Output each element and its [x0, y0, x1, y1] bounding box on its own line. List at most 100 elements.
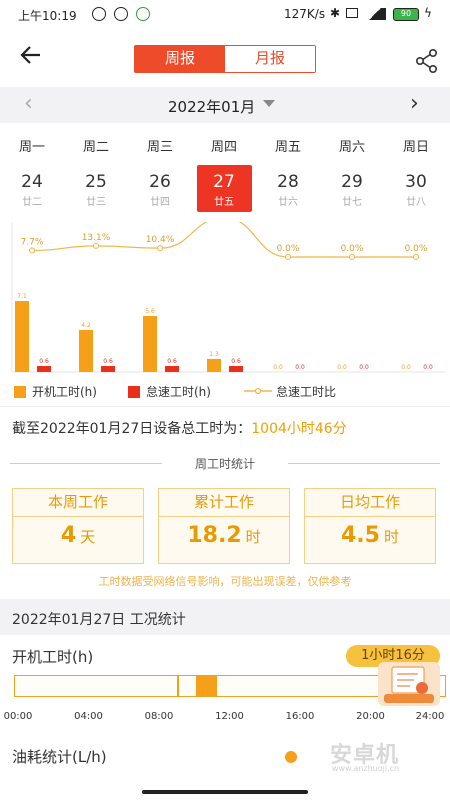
legend-idle-ratio: 怠速工时比: [244, 383, 336, 400]
watermark-url: www.anzhuoji.cn: [332, 764, 400, 773]
card-value-row: 4天: [13, 523, 143, 548]
bar-value-label: 0.0: [401, 364, 411, 371]
legend-swatch: [128, 386, 140, 398]
card-value-row: 4.5 时: [305, 523, 435, 548]
card-title: 日均工作: [305, 489, 435, 517]
run-hours-bar: [143, 316, 157, 372]
timeline-tick: 08:00: [144, 711, 174, 722]
next-month-button[interactable]: ›: [410, 91, 419, 116]
day-number[interactable]: 24: [2, 172, 62, 192]
bar-value-label: 4.2: [81, 322, 91, 329]
bar-value-label: 7.1: [17, 293, 27, 300]
idle-ratio-label: 10.4%: [146, 235, 175, 245]
lunar-date: 廿二: [22, 197, 42, 208]
section-line-right: [288, 463, 440, 464]
day-number[interactable]: 29: [322, 172, 382, 192]
day-number[interactable]: 26: [130, 172, 190, 192]
legend-run-hours: 开机工时(h): [14, 383, 97, 400]
lunar-date: 廿六: [278, 197, 298, 208]
charging-icon: ϟ: [424, 6, 432, 20]
timeline-tick: 12:00: [215, 711, 244, 722]
run-hours-bar: [207, 359, 221, 372]
run-hours-title: 开机工时(h): [12, 648, 94, 666]
month-label[interactable]: 2022年01月: [168, 96, 255, 117]
legend-label: 开机工时(h): [32, 385, 97, 399]
tab-weekly[interactable]: 周报: [135, 46, 225, 72]
idle-hours-bar: [229, 366, 243, 372]
timeline-tick: 20:00: [356, 711, 385, 722]
weekday-label: 周四: [210, 140, 237, 155]
bar-value-label: 0.6: [167, 358, 177, 365]
day-number[interactable]: 30: [386, 172, 446, 192]
idle-hours-bar: [37, 366, 51, 372]
card-unit: 天: [80, 528, 96, 546]
bar-value-label: 0.0: [295, 364, 305, 371]
prev-month-button[interactable]: ‹: [24, 91, 33, 116]
share-icon: [415, 48, 438, 73]
total-hours: 截至2022年01月27日设备总工时为：1004小时46分: [12, 418, 347, 438]
app-notification-icon: [136, 7, 150, 21]
timeline-tick: 16:00: [285, 711, 315, 722]
tab-monthly[interactable]: 月报: [225, 46, 315, 72]
idle-ratio-point: [156, 245, 164, 252]
promo-badge[interactable]: [378, 662, 440, 706]
signal-icon: [364, 8, 386, 20]
card-value: 4: [60, 523, 77, 548]
idle-ratio-label: 0.0%: [341, 244, 364, 254]
share-button[interactable]: [414, 48, 440, 74]
run-hours-bar: [15, 301, 29, 372]
legend-swatch: [14, 386, 26, 398]
card-title: 累计工作: [159, 489, 289, 517]
weekly-hours-chart: 7.1 4.2 5.6 1.3 0.0 0.0 0.0 0.6 0.6 0.6 0.6 0.0 0.0 0…: [11, 222, 445, 373]
card-total-hours: 累计工作 18.2 时: [158, 488, 290, 564]
weekday-label: 周五: [274, 140, 301, 155]
daily-title: 2022年01月27日 工况统计: [12, 612, 186, 628]
idle-ratio-label: 0.0%: [405, 244, 428, 254]
weekday-label: 周三: [146, 140, 173, 155]
idle-hours-bar: [101, 366, 115, 372]
card-unit: 时: [245, 528, 261, 546]
weekday-label: 周日: [402, 140, 429, 155]
card-week-days: 本周工作 4天: [12, 488, 144, 564]
timeline-tick: 00:00: [3, 711, 33, 722]
fuel-title: 油耗统计(L/h): [12, 748, 107, 766]
day-number[interactable]: 25: [66, 172, 126, 192]
lunar-date: 廿七: [342, 197, 362, 208]
run-hours-bar: [79, 330, 93, 372]
weekday-label: 周六: [338, 140, 365, 155]
idle-hours-bar: [165, 366, 179, 372]
day-number[interactable]: 27: [194, 172, 254, 192]
battery-icon: 90: [393, 8, 419, 21]
bar-value-label: 0.6: [103, 358, 113, 365]
back-button[interactable]: [20, 44, 42, 72]
document-icon: [384, 666, 434, 703]
bar-value-label: 0.6: [39, 358, 49, 365]
total-hours-value: 1004小时46分: [251, 421, 347, 437]
legend-label: 怠速工时比: [276, 385, 337, 399]
bar-value-label: 0.0: [337, 364, 347, 371]
idle-ratio-point: [92, 242, 100, 249]
timeline-tick: 04:00: [74, 711, 103, 722]
lunar-date: 廿四: [150, 197, 170, 208]
notification-icon: [92, 7, 106, 21]
fuel-legend-dot: [285, 751, 297, 763]
idle-ratio-point: [28, 247, 36, 254]
day-number[interactable]: 28: [258, 172, 318, 192]
home-indicator[interactable]: [142, 790, 308, 794]
arrow-left-icon: [20, 46, 40, 64]
timeline-tick: 24:00: [415, 711, 445, 722]
active-segment: [195, 676, 217, 696]
bar-value-label: 0.0: [273, 364, 283, 371]
card-value: 4.5: [341, 523, 380, 548]
chevron-down-icon[interactable]: [263, 100, 275, 107]
weekday-label: 周一: [18, 140, 45, 155]
idle-ratio-point: [412, 253, 420, 261]
idle-ratio-point: [284, 253, 292, 261]
hd-icon: [346, 8, 358, 18]
lunar-date: 廿八: [406, 197, 426, 208]
bar-value-label: 0.0: [359, 364, 369, 371]
card-unit: 时: [383, 528, 399, 546]
legend-line-icon: [244, 387, 272, 395]
card-value: 18.2: [187, 523, 242, 548]
lunar-date: 廿三: [86, 197, 106, 208]
